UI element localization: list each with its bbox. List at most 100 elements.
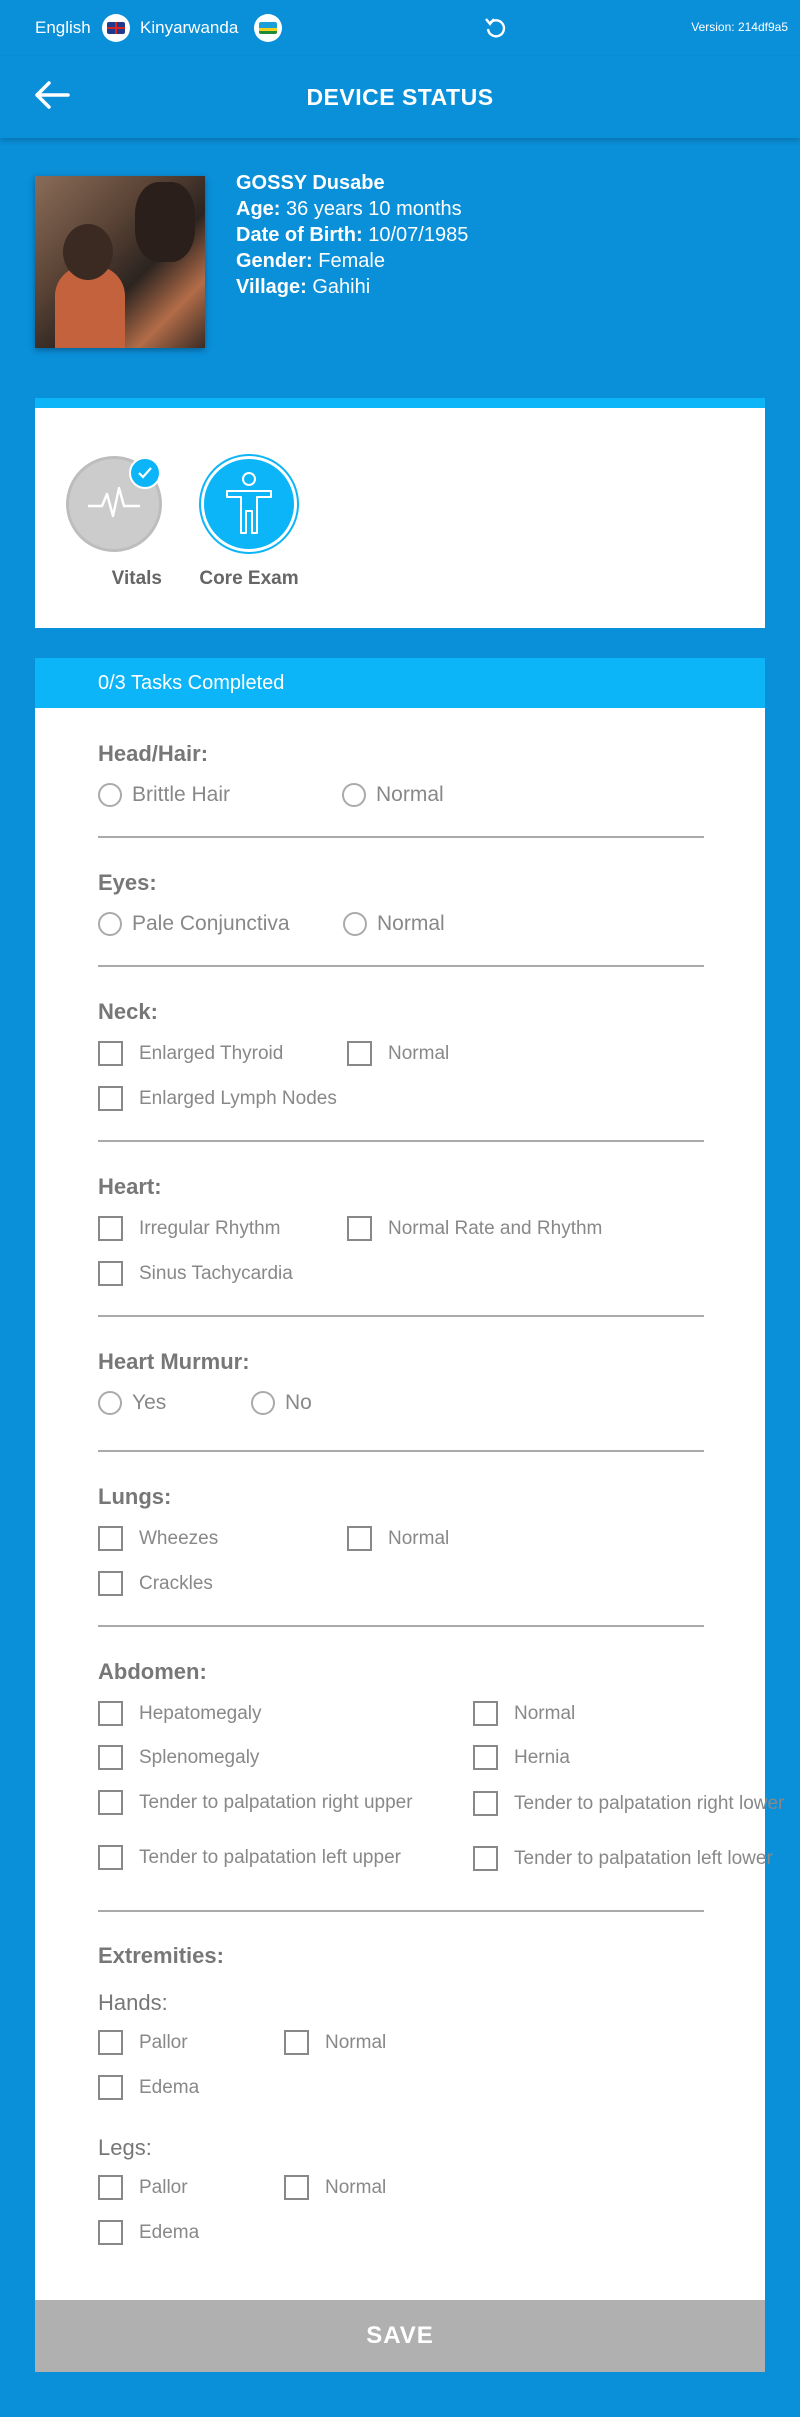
option-label: Normal xyxy=(388,1042,450,1064)
option-label: Normal xyxy=(377,912,445,935)
option-tender-right-lower[interactable]: Tender to palpatation right lower xyxy=(473,1791,784,1816)
option-murmur-no[interactable]: No xyxy=(251,1391,312,1415)
option-head-normal[interactable]: Normal xyxy=(342,783,444,807)
option-legs-pallor[interactable]: Pallor xyxy=(98,2175,188,2200)
option-hands-normal[interactable]: Normal xyxy=(284,2030,386,2055)
option-hepatomegaly[interactable]: Hepatomegaly xyxy=(98,1701,262,1726)
option-label: Normal Rate and Rhythm xyxy=(388,1217,603,1239)
rwanda-flag-icon[interactable] xyxy=(254,14,282,42)
option-legs-edema[interactable]: Edema xyxy=(98,2220,199,2245)
checkbox[interactable] xyxy=(98,2075,123,2100)
checkbox[interactable] xyxy=(98,1526,123,1551)
section-title-lungs: Lungs: xyxy=(98,1484,172,1509)
section-title-heart-murmur: Heart Murmur: xyxy=(98,1349,250,1374)
checkbox[interactable] xyxy=(473,1701,498,1726)
option-irregular-rhythm[interactable]: Irregular Rhythm xyxy=(98,1216,281,1241)
checkbox[interactable] xyxy=(98,2220,123,2245)
language-english[interactable]: English xyxy=(35,18,91,38)
option-legs-normal[interactable]: Normal xyxy=(284,2175,386,2200)
app-header: DEVICE STATUS xyxy=(0,56,800,138)
option-sinus-tachycardia[interactable]: Sinus Tachycardia xyxy=(98,1261,293,1286)
option-label: Hernia xyxy=(514,1746,570,1768)
option-label: Hepatomegaly xyxy=(139,1702,262,1724)
option-label: Pallor xyxy=(139,2031,188,2053)
option-hands-pallor[interactable]: Pallor xyxy=(98,2030,188,2055)
option-label: Edema xyxy=(139,2076,200,2098)
gender-label: Gender: xyxy=(236,250,313,272)
checkbox[interactable] xyxy=(473,1791,498,1816)
refresh-icon[interactable] xyxy=(482,14,510,42)
option-crackles[interactable]: Crackles xyxy=(98,1571,213,1596)
option-abdomen-normal[interactable]: Normal xyxy=(473,1701,575,1726)
option-label: Normal xyxy=(376,783,444,806)
option-tender-right-upper[interactable]: Tender to palpatation right upper xyxy=(98,1790,413,1815)
checkbox[interactable] xyxy=(473,1745,498,1770)
top-bar: English Kinyarwanda Version: 214df9a5 xyxy=(0,0,800,56)
option-label: Normal xyxy=(325,2176,387,2198)
checkbox[interactable] xyxy=(98,1571,123,1596)
option-neck-normal[interactable]: Normal xyxy=(347,1041,449,1066)
checkbox[interactable] xyxy=(98,2030,123,2055)
checkbox[interactable] xyxy=(347,1041,372,1066)
checkbox[interactable] xyxy=(98,1701,123,1726)
option-label: Enlarged Lymph Nodes xyxy=(139,1087,337,1109)
version-label: Version: 214df9a5 xyxy=(691,20,788,34)
divider xyxy=(98,836,704,838)
divider xyxy=(98,965,704,967)
option-label: Irregular Rhythm xyxy=(139,1217,281,1239)
core-exam-form: 0/3 Tasks Completed Head/Hair: Brittle H… xyxy=(35,658,784,2300)
checkbox[interactable] xyxy=(98,1216,123,1241)
tab-core-exam[interactable]: Core Exam xyxy=(199,456,299,590)
radio-button[interactable] xyxy=(343,912,367,936)
checkbox[interactable] xyxy=(98,1041,123,1066)
radio-button[interactable] xyxy=(98,1391,122,1415)
option-murmur-yes[interactable]: Yes xyxy=(98,1391,166,1415)
radio-button[interactable] xyxy=(98,912,122,936)
patient-village: Gahihi xyxy=(312,276,371,298)
completed-check-icon xyxy=(129,457,161,489)
checkbox[interactable] xyxy=(98,1086,123,1111)
option-label: No xyxy=(285,1391,312,1414)
checkbox[interactable] xyxy=(98,1745,123,1770)
section-title-heart: Heart: xyxy=(98,1174,162,1199)
divider xyxy=(98,1315,704,1317)
language-kinyarwanda[interactable]: Kinyarwanda xyxy=(140,18,238,38)
checkbox[interactable] xyxy=(284,2175,309,2200)
option-hands-edema[interactable]: Edema xyxy=(98,2075,199,2100)
checkbox[interactable] xyxy=(347,1526,372,1551)
option-eyes-normal[interactable]: Normal xyxy=(343,912,445,936)
option-label: Crackles xyxy=(139,1572,213,1594)
option-normal-rate-rhythm[interactable]: Normal Rate and Rhythm xyxy=(347,1216,602,1241)
checkbox[interactable] xyxy=(98,1790,123,1815)
checkbox[interactable] xyxy=(98,2175,123,2200)
option-hernia[interactable]: Hernia xyxy=(473,1745,570,1770)
checkbox[interactable] xyxy=(284,2030,309,2055)
checkbox[interactable] xyxy=(98,1845,123,1870)
option-enlarged-lymph-nodes[interactable]: Enlarged Lymph Nodes xyxy=(98,1086,337,1111)
dob-label: Date of Birth: xyxy=(236,224,363,246)
uk-flag-icon[interactable] xyxy=(102,14,130,42)
option-tender-left-upper[interactable]: Tender to palpatation left upper xyxy=(98,1845,401,1870)
option-label: Tender to palpatation right lower xyxy=(514,1792,785,1814)
option-label: Splenomegaly xyxy=(139,1746,260,1768)
option-brittle-hair[interactable]: Brittle Hair xyxy=(98,783,230,807)
option-splenomegaly[interactable]: Splenomegaly xyxy=(98,1745,259,1770)
checkbox[interactable] xyxy=(347,1216,372,1241)
option-pale-conjunctiva[interactable]: Pale Conjunctiva xyxy=(98,912,290,936)
checkbox[interactable] xyxy=(473,1846,498,1871)
radio-button[interactable] xyxy=(98,783,122,807)
option-label: Enlarged Thyroid xyxy=(139,1042,284,1064)
subsection-title-hands: Hands: xyxy=(98,1990,168,2015)
option-tender-left-lower[interactable]: Tender to palpatation left lower xyxy=(473,1846,773,1871)
heartbeat-icon xyxy=(88,486,140,518)
radio-button[interactable] xyxy=(342,783,366,807)
option-enlarged-thyroid[interactable]: Enlarged Thyroid xyxy=(98,1041,283,1066)
option-wheezes[interactable]: Wheezes xyxy=(98,1526,218,1551)
save-button[interactable]: SAVE xyxy=(35,2300,765,2372)
radio-button[interactable] xyxy=(251,1391,275,1415)
section-title-abdomen: Abdomen: xyxy=(98,1659,207,1684)
subsection-title-legs: Legs: xyxy=(98,2135,152,2160)
option-lungs-normal[interactable]: Normal xyxy=(347,1526,449,1551)
checkbox[interactable] xyxy=(98,1261,123,1286)
tab-vitals[interactable]: Vitals xyxy=(66,456,162,590)
